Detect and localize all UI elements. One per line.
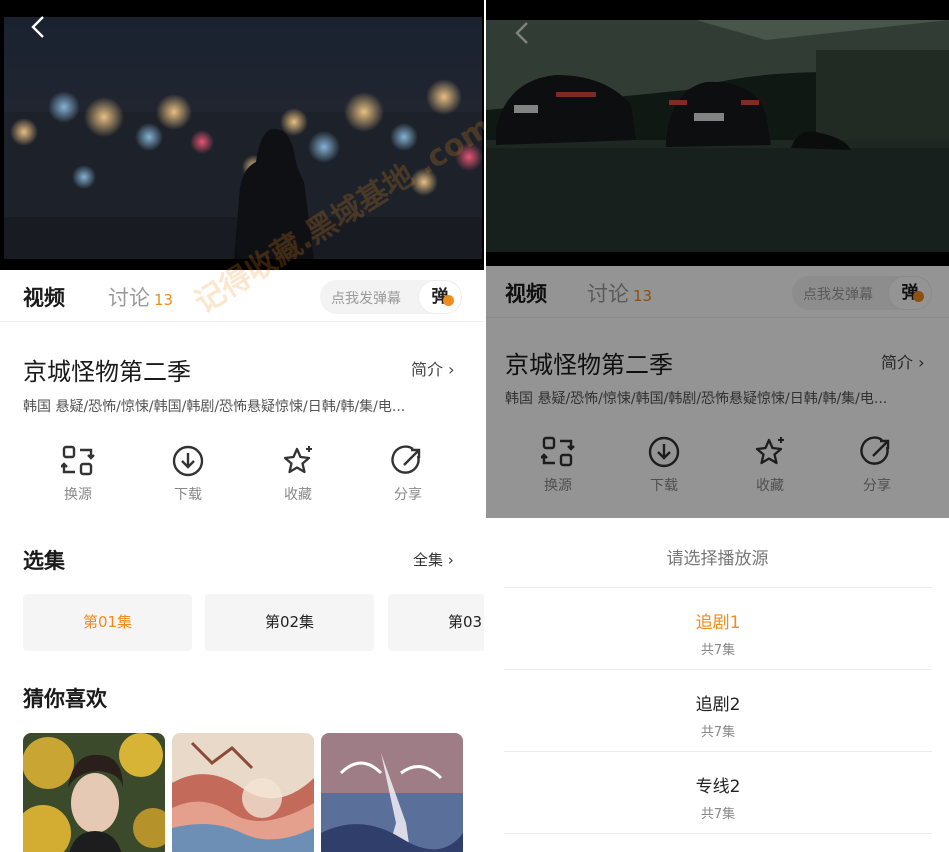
- source-name: 追剧2: [695, 695, 741, 715]
- tab-video[interactable]: 视频: [23, 282, 65, 312]
- danmu-toggle-button[interactable]: 弹: [418, 280, 462, 314]
- tab-discuss-label: 讨论: [108, 286, 150, 310]
- switch-source-icon: [61, 445, 95, 476]
- favorite-label: 收藏: [284, 487, 312, 503]
- back-button[interactable]: [30, 14, 46, 45]
- action-bar: 换源 下载 收藏 分享: [0, 444, 484, 524]
- video-frame-night-city[interactable]: [4, 17, 482, 259]
- episode-item[interactable]: 第03: [388, 594, 484, 651]
- switch-source-label: 换源: [64, 487, 92, 503]
- share-button[interactable]: 分享: [373, 444, 443, 504]
- share-icon: [391, 445, 421, 474]
- source-name: 追剧1: [695, 613, 741, 633]
- chevron-left-icon: [31, 16, 44, 38]
- danmu-check-icon: [443, 295, 454, 306]
- source-episode-count: 共7集: [700, 725, 736, 740]
- episodes-title: 选集: [23, 549, 65, 573]
- download-label: 下载: [174, 487, 202, 503]
- discuss-count-badge: 13: [154, 291, 174, 309]
- recommend-poster-1[interactable]: [23, 733, 165, 852]
- star-icon: [283, 446, 312, 474]
- sheet-title: 请选择播放源: [666, 549, 769, 569]
- intro-link[interactable]: 简介 ›: [411, 356, 455, 380]
- episode-item[interactable]: 第02集: [205, 594, 374, 651]
- source-option[interactable]: 追剧1 共7集: [504, 587, 932, 669]
- danmu-input[interactable]: 点我发弹幕: [331, 288, 401, 308]
- recommend-poster-3[interactable]: [321, 733, 463, 852]
- danmu-bar: 点我发弹幕 弹: [320, 280, 462, 314]
- tab-video-label: 视频: [23, 286, 65, 310]
- modal-backdrop[interactable]: [486, 0, 949, 518]
- left-screen: 视频 讨论 13 点我发弹幕 弹 京城怪物第二季 简介 › 韩国 悬疑/恐怖/惊悚…: [0, 0, 484, 852]
- source-picker-sheet: 请选择播放源 追剧1 共7集 追剧2 共7集 专线2 共7集: [486, 518, 949, 852]
- all-episodes-link[interactable]: 全集 ›: [413, 549, 454, 570]
- recommend-poster-2[interactable]: [172, 733, 314, 852]
- right-screen: 视频 讨论 13 点我发弹幕 弹 京城怪物第二季 简介 › 韩国 悬疑/恐怖/惊悚…: [486, 0, 949, 852]
- sheet-divider: [504, 833, 932, 834]
- tab-bar: 视频 讨论 13 点我发弹幕 弹: [0, 270, 484, 322]
- source-option[interactable]: 专线2 共7集: [504, 751, 932, 833]
- source-option[interactable]: 追剧2 共7集: [504, 669, 932, 751]
- video-player[interactable]: [0, 0, 484, 270]
- tab-discuss[interactable]: 讨论 13: [108, 282, 173, 312]
- source-name: 专线2: [695, 777, 741, 797]
- download-button[interactable]: 下载: [153, 444, 223, 504]
- show-tags: 韩国 悬疑/恐怖/惊悚/韩国/韩剧/恐怖悬疑惊悚/日韩/韩/集/电...: [23, 399, 406, 415]
- share-label: 分享: [394, 487, 422, 503]
- show-title: 京城怪物第二季: [23, 358, 191, 386]
- download-icon: [172, 445, 204, 477]
- episode-item[interactable]: 第01集: [23, 594, 192, 651]
- switch-source-button[interactable]: 换源: [43, 444, 113, 504]
- source-episode-count: 共7集: [700, 643, 736, 658]
- favorite-button[interactable]: 收藏: [263, 444, 333, 504]
- recommend-title: 猜你喜欢: [23, 687, 107, 711]
- source-episode-count: 共7集: [700, 807, 736, 822]
